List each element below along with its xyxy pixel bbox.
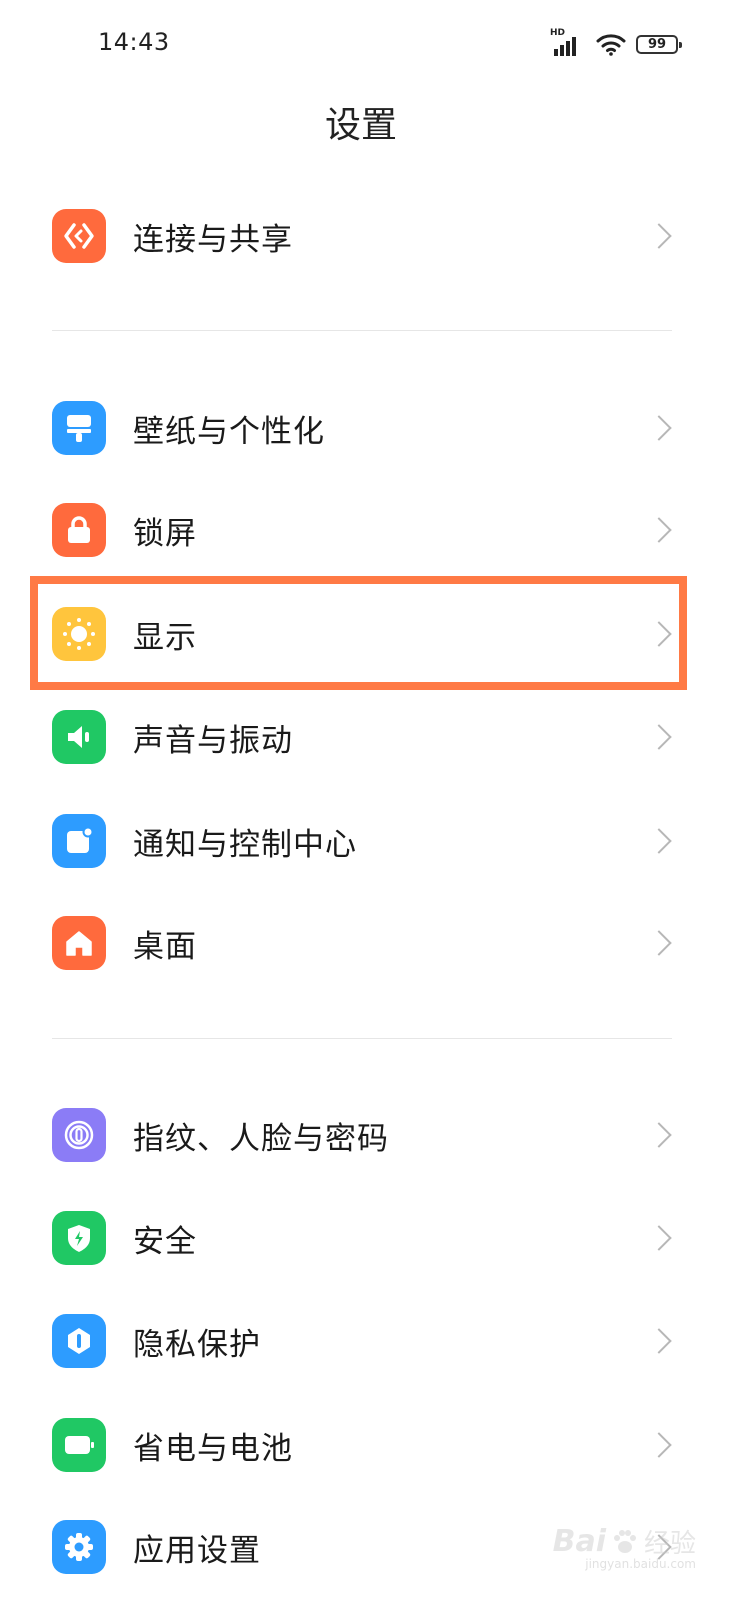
settings-item-wallpaper[interactable]: 壁纸与个性化 xyxy=(0,379,738,477)
battery-level: 99 xyxy=(647,36,667,52)
page-title: 设置 xyxy=(324,105,397,146)
settings-item-connection-share[interactable]: 连接与共享 xyxy=(0,187,738,285)
wallpaper-icon xyxy=(52,401,106,455)
highlight-box xyxy=(30,576,687,690)
chevron-right-icon xyxy=(646,517,672,543)
settings-item-label: 应用设置 xyxy=(133,1532,261,1569)
watermark-brand: Bai xyxy=(552,1524,606,1559)
settings-item-label: 连接与共享 xyxy=(133,221,293,258)
status-time: 14:43 xyxy=(98,28,170,56)
gear-icon xyxy=(52,1520,106,1574)
watermark-url: jingyan.baidu.com xyxy=(585,1557,696,1571)
settings-item-label: 隐私保护 xyxy=(133,1326,261,1363)
section-divider xyxy=(52,330,672,331)
settings-item-label: 通知与控制中心 xyxy=(133,826,357,863)
settings-item-notification[interactable]: 通知与控制中心 xyxy=(0,792,738,890)
paw-icon xyxy=(613,1529,636,1553)
status-icons: HD 99 xyxy=(550,28,682,60)
lock-icon xyxy=(52,503,106,557)
settings-item-privacy[interactable]: 隐私保护 xyxy=(0,1292,738,1390)
signal-icon: HD xyxy=(550,28,586,58)
settings-item-label: 桌面 xyxy=(133,928,197,965)
settings-item-lock-screen[interactable]: 锁屏 xyxy=(0,481,738,579)
chevron-right-icon xyxy=(646,724,672,750)
connection-share-icon xyxy=(52,209,106,263)
settings-item-label: 指纹、人脸与密码 xyxy=(133,1120,389,1157)
chevron-right-icon xyxy=(646,828,672,854)
settings-item-label: 声音与振动 xyxy=(133,722,293,759)
privacy-icon xyxy=(52,1314,106,1368)
fingerprint-icon xyxy=(52,1108,106,1162)
settings-item-battery[interactable]: 省电与电池 xyxy=(0,1396,738,1494)
section-divider xyxy=(52,1038,672,1039)
home-icon xyxy=(52,916,106,970)
chevron-right-icon xyxy=(646,1432,672,1458)
chevron-right-icon xyxy=(646,930,672,956)
notification-icon xyxy=(52,814,106,868)
shield-icon xyxy=(52,1211,106,1265)
watermark: Bai 经验 jingyan.baidu.com xyxy=(552,1523,696,1571)
settings-item-home-screen[interactable]: 桌面 xyxy=(0,894,738,992)
battery-icon: 99 xyxy=(636,34,682,54)
settings-item-label: 锁屏 xyxy=(133,515,197,552)
settings-item-sound[interactable]: 声音与振动 xyxy=(0,688,738,786)
chevron-right-icon xyxy=(646,223,672,249)
chevron-right-icon xyxy=(646,1225,672,1251)
chevron-right-icon xyxy=(646,1122,672,1148)
status-bar: 14:43 HD 99 xyxy=(0,0,738,90)
settings-item-security[interactable]: 安全 xyxy=(0,1189,738,1287)
watermark-suffix: 经验 xyxy=(643,1529,696,1559)
speaker-icon xyxy=(52,710,106,764)
wifi-icon xyxy=(596,34,626,56)
settings-item-label: 壁纸与个性化 xyxy=(133,413,325,450)
settings-item-fingerprint[interactable]: 指纹、人脸与密码 xyxy=(0,1086,738,1184)
settings-item-label: 安全 xyxy=(133,1223,197,1260)
settings-item-label: 省电与电池 xyxy=(133,1430,293,1467)
battery-saver-icon xyxy=(52,1418,106,1472)
chevron-right-icon xyxy=(646,415,672,441)
chevron-right-icon xyxy=(646,1328,672,1354)
